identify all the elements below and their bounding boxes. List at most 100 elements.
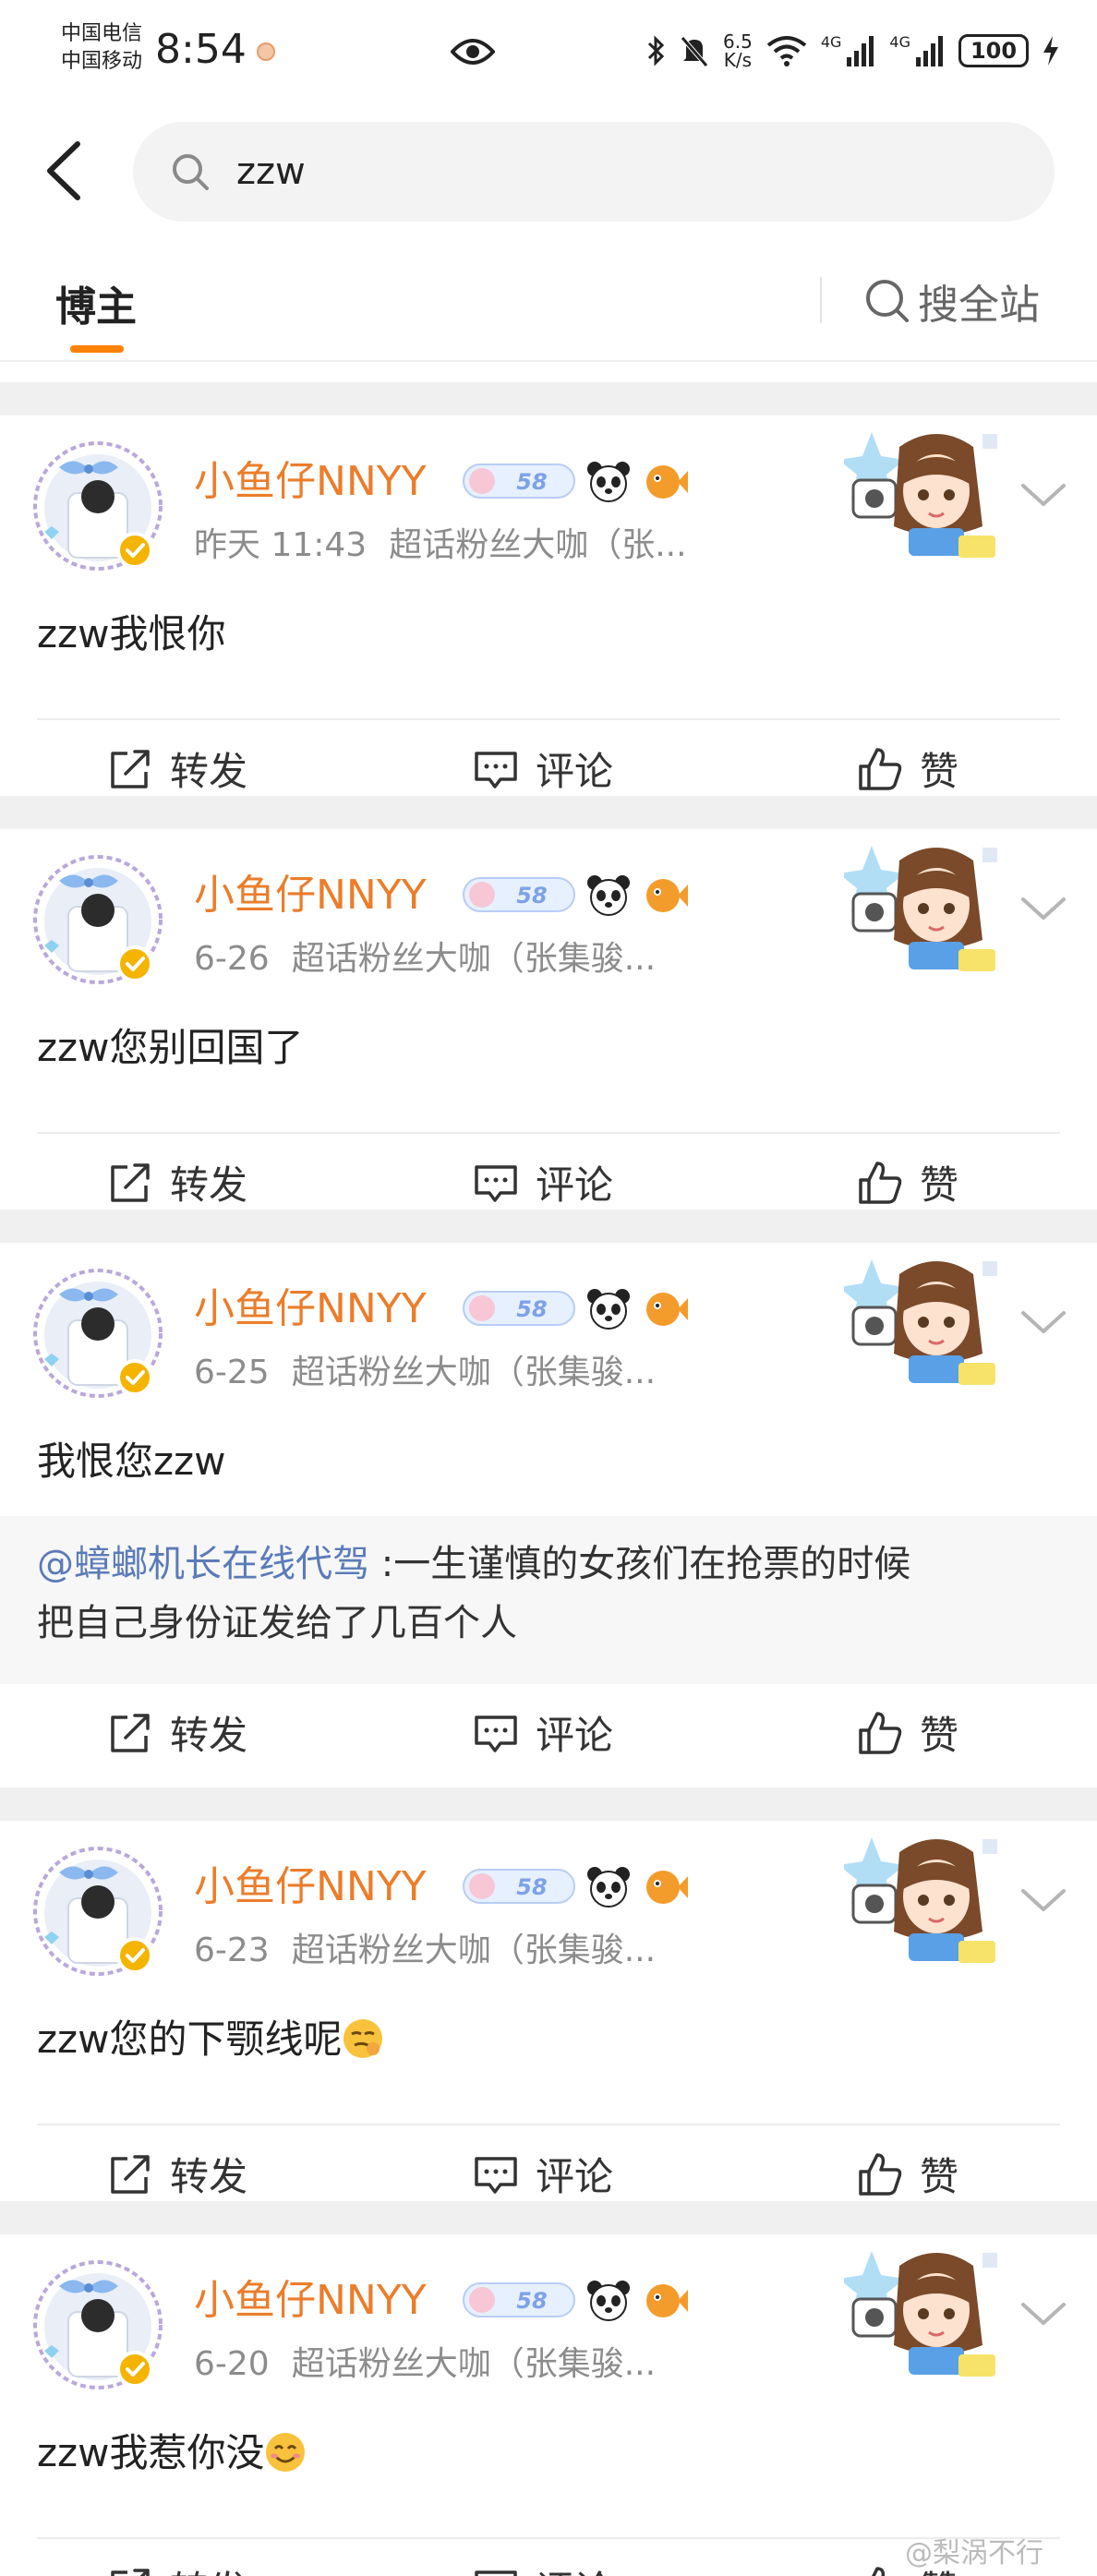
chevron-down-icon[interactable] xyxy=(1019,894,1067,923)
panda-icon xyxy=(587,1289,630,1330)
post-text[interactable]: 我恨您zzw xyxy=(37,1435,225,1488)
like-button[interactable]: 赞 xyxy=(857,740,958,797)
signal-2-icon xyxy=(916,36,943,66)
comment-button[interactable]: 评论 xyxy=(473,2559,613,2576)
post-meta: 6-26 超话粉丝大咖（张集骏... xyxy=(194,938,656,981)
comment-label: 评论 xyxy=(536,2154,614,2199)
repost-icon xyxy=(111,1162,150,1202)
orange-fish-icon xyxy=(646,2284,688,2317)
username[interactable]: 小鱼仔NNYY xyxy=(194,1283,427,1335)
post-time: 6-20 xyxy=(194,2345,270,2383)
status-icons: 6.5 K/s 4G 4G 100 xyxy=(645,28,1060,74)
fan-level-badge-icon[interactable]: 58 xyxy=(462,1866,576,1907)
comment-icon xyxy=(475,751,517,788)
orange-fish-icon xyxy=(646,1871,688,1904)
search-all-button[interactable]: 搜全站 xyxy=(864,271,1040,331)
post-card[interactable]: 小鱼仔NNYY 58 6-26 超话粉丝大咖（张集骏... zzw您别回国了 转… xyxy=(0,829,1097,1226)
tab-divider xyxy=(820,277,822,323)
back-arrow-icon[interactable] xyxy=(37,138,89,203)
card-decoration-sticker-icon xyxy=(844,846,997,971)
chevron-down-icon[interactable] xyxy=(1019,1307,1067,1337)
post-text[interactable]: zzw您的下颚线呢 xyxy=(37,2013,384,2066)
avatar[interactable] xyxy=(31,853,164,986)
card-separator xyxy=(0,796,1097,829)
fan-level-badge-icon[interactable]: 58 xyxy=(462,1288,576,1329)
signal-1-label: 4G xyxy=(820,32,842,51)
like-label: 赞 xyxy=(920,749,959,794)
comment-button[interactable]: 评论 xyxy=(473,2146,613,2202)
like-button[interactable]: 赞 xyxy=(857,1704,958,1761)
avatar[interactable] xyxy=(31,439,164,572)
comment-button[interactable]: 评论 xyxy=(473,1704,613,1761)
repost-button[interactable]: 转发 xyxy=(107,740,247,797)
repost-icon xyxy=(111,2568,150,2576)
post-body: zzw您的下颚线呢 xyxy=(37,2016,343,2062)
username[interactable]: 小鱼仔NNYY xyxy=(194,2275,427,2327)
repost-button[interactable]: 转发 xyxy=(107,2146,247,2202)
post-text[interactable]: zzw我惹你没 xyxy=(37,2426,307,2480)
post-card[interactable]: 小鱼仔NNYY 58 6-25 超话粉丝大咖（张集骏... 我恨您zzw @蟑螂… xyxy=(0,1243,1097,1776)
post-time: 6-26 xyxy=(194,940,270,978)
user-badges: 58 xyxy=(462,1865,689,1908)
repost-icon xyxy=(111,2154,150,2194)
fan-level-number: 58 xyxy=(516,2288,547,2314)
card-separator xyxy=(0,2201,1097,2234)
fan-level-number: 58 xyxy=(516,469,547,495)
username[interactable]: 小鱼仔NNYY xyxy=(194,456,427,508)
like-button[interactable]: 赞 xyxy=(857,1154,958,1210)
quote-mention-link[interactable]: @蟑螂机长在线代驾 xyxy=(37,1543,369,1585)
username[interactable]: 小鱼仔NNYY xyxy=(194,1861,427,1913)
avatar[interactable] xyxy=(31,2258,164,2391)
username[interactable]: 小鱼仔NNYY xyxy=(194,870,427,921)
like-thumb-icon xyxy=(859,1711,902,1754)
panda-icon xyxy=(587,462,630,502)
avatar[interactable] xyxy=(31,1845,164,1978)
repost-button[interactable]: 转发 xyxy=(107,2559,247,2576)
like-button[interactable]: 赞 xyxy=(857,2146,958,2202)
quoted-post[interactable]: @蟑螂机长在线代驾 :一生谨慎的女孩们在抢票的时候 把自己身份证发给了几百个人 xyxy=(0,1516,1097,1684)
comment-button[interactable]: 评论 xyxy=(473,740,613,797)
fan-level-badge-icon[interactable]: 58 xyxy=(462,461,576,501)
search-input[interactable]: zzw xyxy=(133,122,1055,222)
tab-bloggers[interactable]: 博主 xyxy=(55,273,137,332)
user-badges: 58 xyxy=(462,2279,689,2321)
fan-level-number: 58 xyxy=(516,1874,547,1900)
panda-icon xyxy=(587,875,630,916)
post-meta: 6-25 超话粉丝大咖（张集骏... xyxy=(194,1352,656,1394)
quote-line-1: @蟑螂机长在线代驾 :一生谨慎的女孩们在抢票的时候 xyxy=(37,1535,1060,1594)
card-separator xyxy=(0,1210,1097,1243)
repost-label: 转发 xyxy=(170,749,248,794)
post-body: zzw您别回国了 xyxy=(37,1025,304,1070)
post-source: 超话粉丝大咖（张集骏... xyxy=(291,1354,657,1391)
chevron-down-icon[interactable] xyxy=(1019,2299,1067,2329)
post-text[interactable]: zzw我恨你 xyxy=(37,608,225,661)
status-bar: 中国电信 中国移动 8:54 6.5 K/s 4G 4G 100 xyxy=(0,0,1097,106)
post-card[interactable]: 小鱼仔NNYY 58 6-23 超话粉丝大咖（张集骏... zzw您的下颚线呢 … xyxy=(0,1821,1097,2218)
repost-icon xyxy=(111,749,150,788)
post-body: 我恨您zzw xyxy=(37,1438,226,1484)
avatar[interactable] xyxy=(31,1267,164,1400)
notification-dot-icon xyxy=(257,42,275,61)
battery-indicator: 100 xyxy=(958,34,1029,67)
post-text[interactable]: zzw您别回国了 xyxy=(37,1021,303,1075)
chevron-down-icon[interactable] xyxy=(1019,1885,1067,1915)
fan-level-number: 58 xyxy=(516,883,547,909)
repost-button[interactable]: 转发 xyxy=(107,1704,247,1761)
repost-icon xyxy=(111,1713,150,1752)
repost-button[interactable]: 转发 xyxy=(107,1154,247,1210)
like-thumb-icon xyxy=(859,1161,902,1204)
post-card[interactable]: 小鱼仔NNYY 58 6-20 超话粉丝大咖（张集骏... zzw我惹你没 xyxy=(0,2234,1097,2576)
post-card[interactable]: 小鱼仔NNYY 58 昨天 11:43 超话粉丝大咖（张... zzw我恨你 转… xyxy=(0,415,1097,813)
fan-level-badge-icon[interactable]: 58 xyxy=(462,874,576,915)
like-thumb-icon xyxy=(871,2566,886,2576)
chevron-down-icon[interactable] xyxy=(1019,480,1067,510)
comment-button[interactable]: 评论 xyxy=(473,1154,613,1210)
action-divider xyxy=(37,718,1060,720)
card-decoration-sticker-icon xyxy=(844,1259,997,1385)
like-label: 赞 xyxy=(920,2154,959,2199)
orange-fish-icon xyxy=(646,465,688,499)
carrier-labels: 中国电信 中国移动 xyxy=(61,20,142,76)
fan-level-badge-icon[interactable]: 58 xyxy=(462,2280,576,2320)
orange-fish-icon xyxy=(646,879,688,912)
wifi-icon xyxy=(766,36,807,66)
